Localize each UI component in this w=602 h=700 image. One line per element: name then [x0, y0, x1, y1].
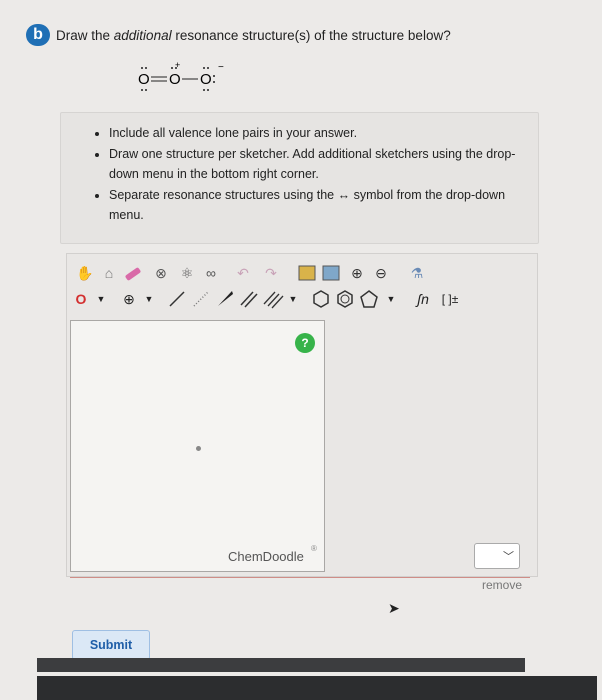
- double-bond-tool-icon[interactable]: [238, 288, 260, 310]
- paste-icon[interactable]: [320, 262, 342, 284]
- lone-pairs-center: [171, 67, 177, 69]
- charge-bracket-button[interactable]: [ ]±: [436, 288, 464, 310]
- triple-bond-tool-icon[interactable]: [262, 288, 284, 310]
- single-bond-tool-icon[interactable]: [166, 288, 188, 310]
- instruction-item: Separate resonance structures using the …: [109, 185, 538, 225]
- zoom-in-icon[interactable]: ⊕: [346, 262, 368, 284]
- sketcher-toolbar: ✋ ⌂ ⊗ ⚛ ∞ ↶ ↷ ⊕ ⊖ ⚗ O ▼ ⊕ ▼ ▼ ▼ ʃn [ ]±: [70, 258, 460, 320]
- hash-bond-tool-icon[interactable]: [190, 288, 212, 310]
- clean-icon[interactable]: ⚗: [406, 262, 428, 284]
- instruction-item: Include all valence lone pairs in your a…: [109, 123, 538, 143]
- question-text: Draw the additional resonance structure(…: [56, 28, 451, 43]
- submit-button[interactable]: Submit: [72, 630, 150, 660]
- sketcher-divider: [70, 577, 530, 578]
- instructions-list: Include all valence lone pairs in your a…: [61, 123, 538, 225]
- hexagon-ring-icon[interactable]: [310, 288, 332, 310]
- instruction-item: Draw one structure per sketcher. Add add…: [109, 144, 538, 184]
- atom-label-button[interactable]: O: [70, 288, 92, 310]
- template-tool-icon[interactable]: ⚛: [176, 262, 198, 284]
- hand-tool-icon[interactable]: ✋: [74, 262, 96, 284]
- chemdoodle-brand: ChemDoodle: [228, 549, 304, 564]
- question-prefix: Draw the: [56, 28, 114, 43]
- question-emphasis: additional: [113, 28, 172, 43]
- pentagon-ring-icon[interactable]: [358, 288, 380, 310]
- question-part-badge: b: [26, 24, 50, 46]
- zoom-out-icon[interactable]: ⊖: [370, 262, 392, 284]
- ozone-structure: O O O + −: [138, 60, 224, 91]
- charge-dropdown-icon[interactable]: ▼: [138, 288, 160, 310]
- instructions-box: Include all valence lone pairs in your a…: [60, 112, 539, 244]
- chevron-down-icon: ﹀: [503, 551, 514, 563]
- charge-right: −: [218, 62, 224, 73]
- atom-center: O: [169, 71, 181, 88]
- lasso-tool-icon[interactable]: ⌂: [98, 262, 120, 284]
- screen-bottom-edge: [37, 676, 597, 700]
- canvas-dot: [196, 446, 201, 451]
- atom-dropdown-icon[interactable]: ▼: [90, 288, 112, 310]
- benzene-ring-icon[interactable]: [334, 288, 356, 310]
- bond-dropdown-icon[interactable]: ▼: [282, 288, 304, 310]
- copy-icon[interactable]: [296, 262, 318, 284]
- registered-mark: ®: [311, 544, 317, 553]
- eraser-tool-icon[interactable]: [122, 262, 144, 284]
- remove-link[interactable]: remove: [482, 578, 522, 592]
- atom-right: O: [200, 71, 212, 88]
- sn-bracket-button[interactable]: ʃn: [408, 288, 438, 310]
- charge-button[interactable]: ⊕: [118, 288, 140, 310]
- sketcher-options-dropdown[interactable]: ﹀: [474, 543, 520, 569]
- footer-bar: [37, 658, 525, 672]
- help-icon[interactable]: ?: [295, 333, 315, 353]
- redo-icon[interactable]: ↷: [260, 262, 282, 284]
- wedge-bond-tool-icon[interactable]: [214, 288, 236, 310]
- undo-icon[interactable]: ↶: [232, 262, 254, 284]
- ring-dropdown-icon[interactable]: ▼: [380, 288, 402, 310]
- atom-left: O: [138, 71, 150, 88]
- question-suffix: resonance structure(s) of the structure …: [171, 28, 451, 43]
- mouse-cursor-icon: ➤: [388, 600, 400, 616]
- ring-tool-icon[interactable]: ⊗: [150, 262, 172, 284]
- chain-tool-icon[interactable]: ∞: [200, 262, 222, 284]
